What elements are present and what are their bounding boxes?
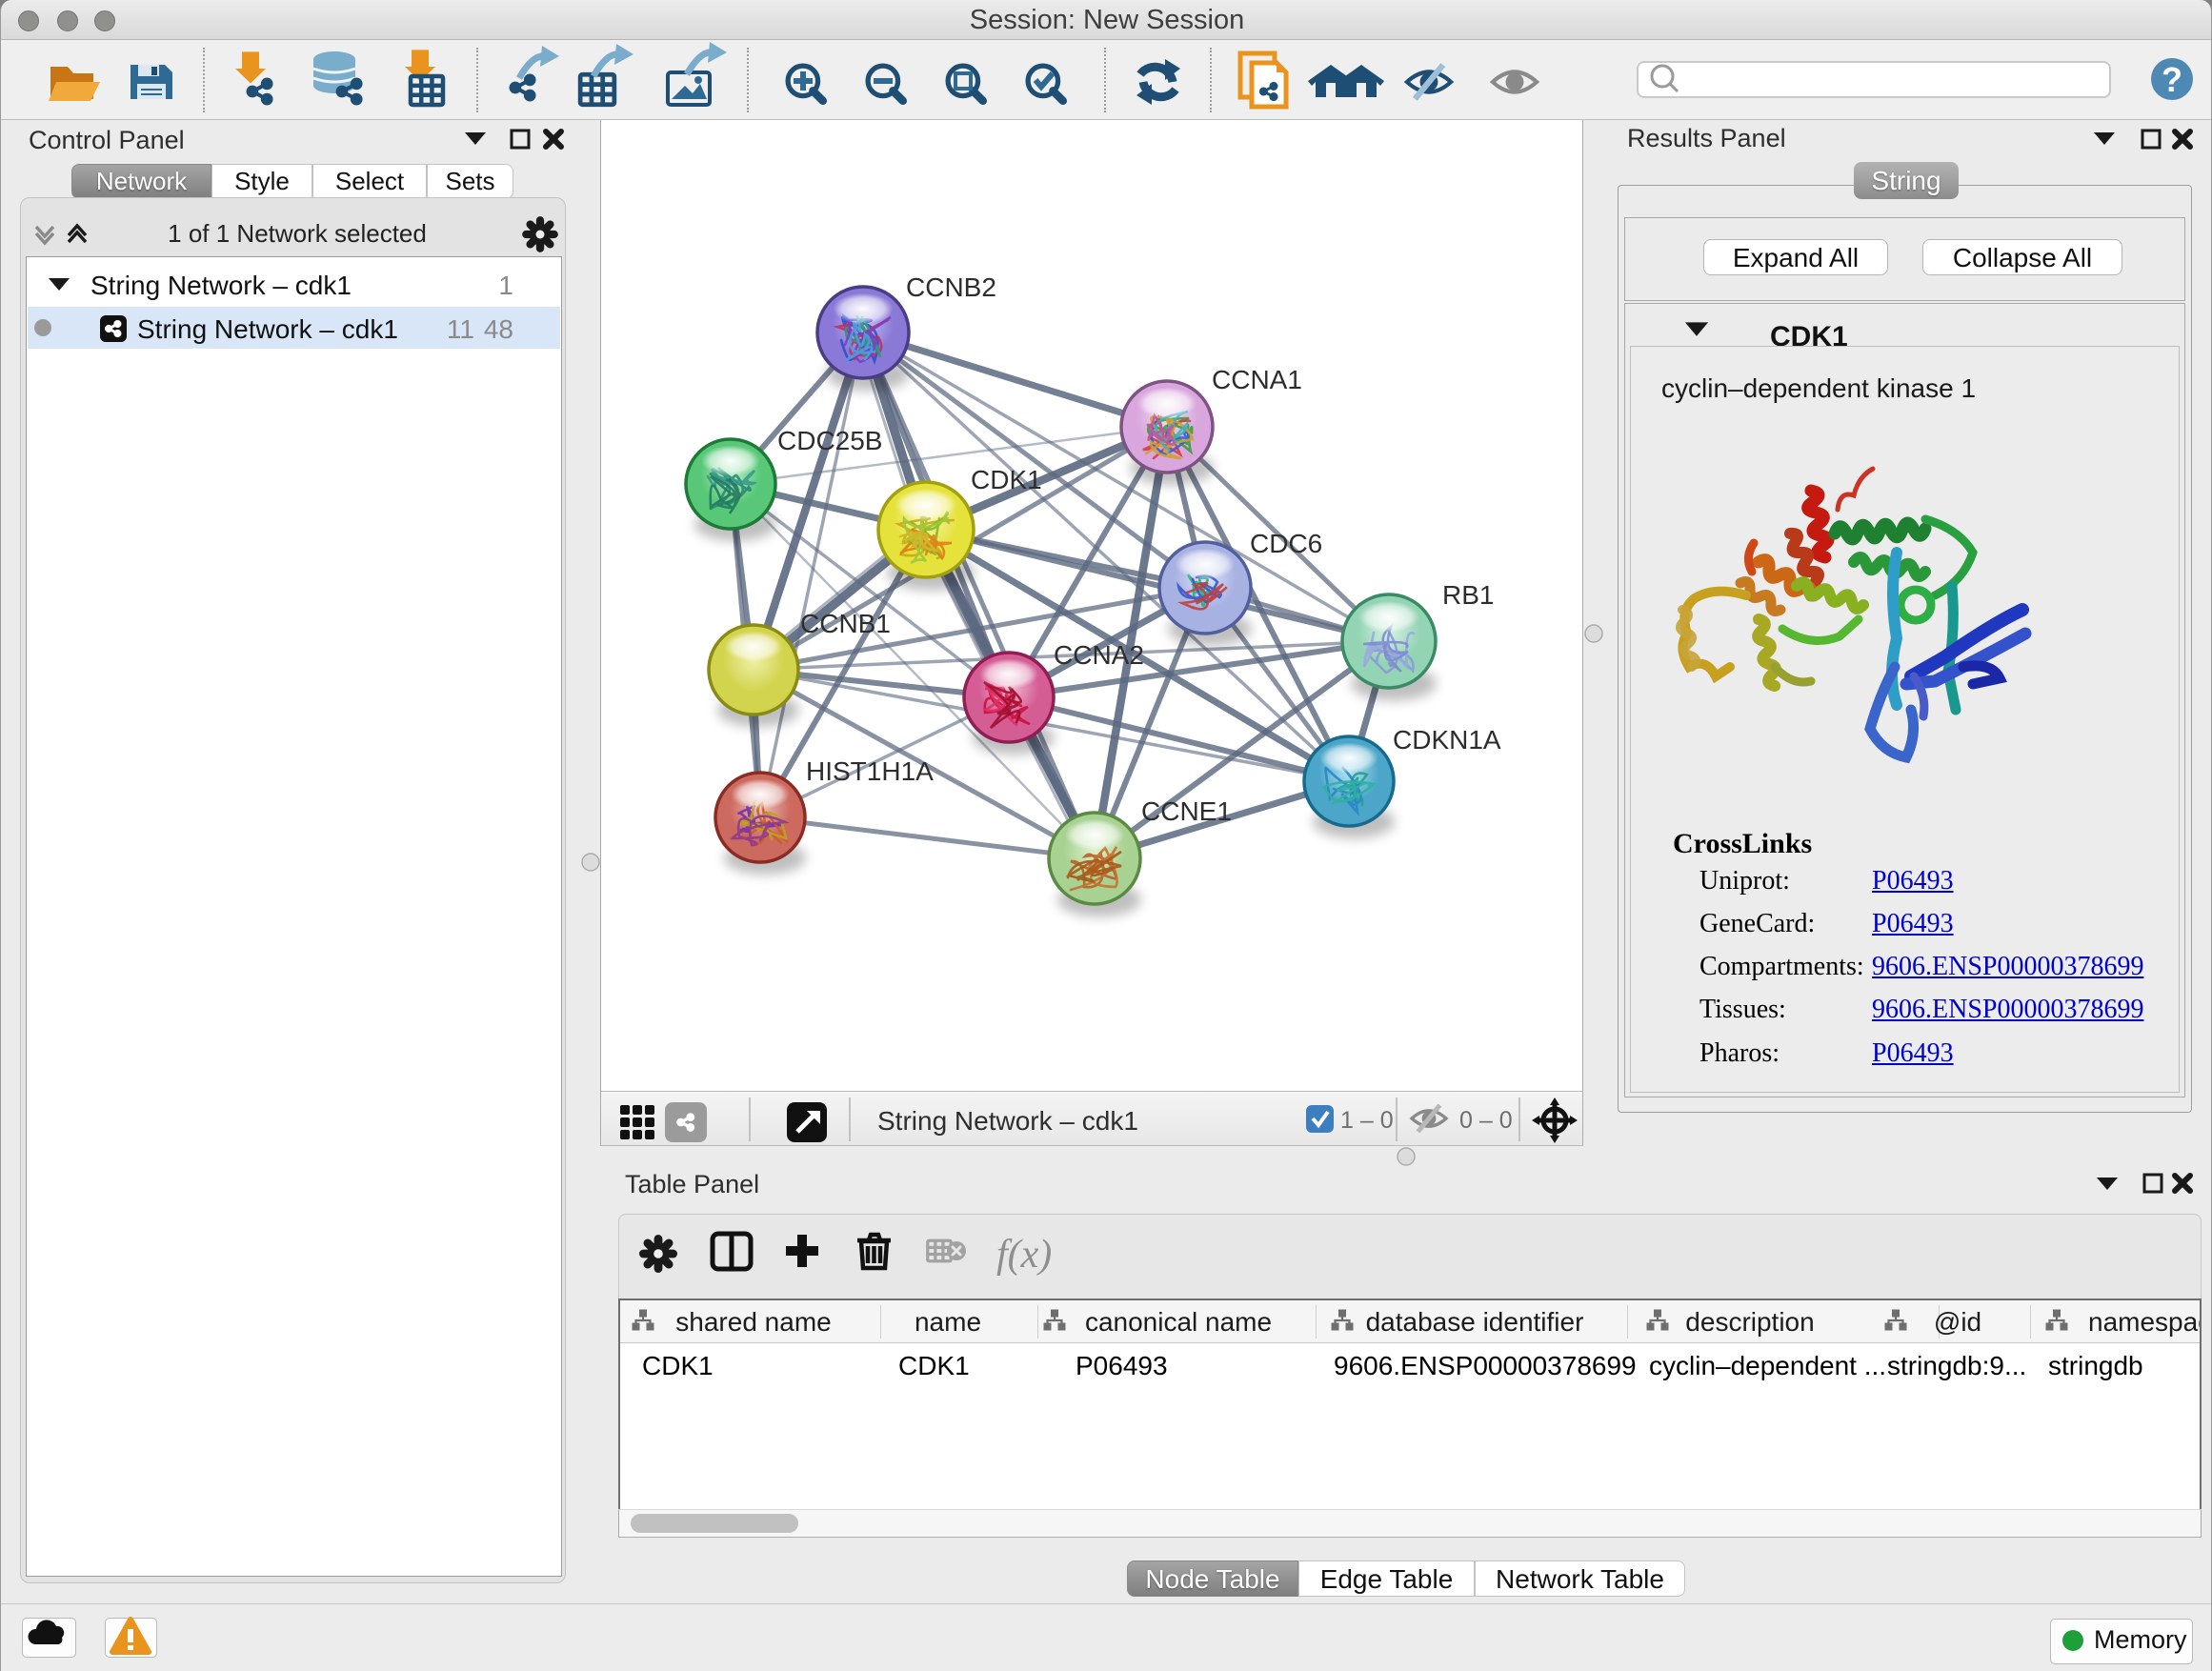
svg-text:CDKN1A: CDKN1A (1393, 725, 1501, 755)
svg-text:CCNA1: CCNA1 (1212, 365, 1302, 394)
svg-text:HIST1H1A: HIST1H1A (806, 756, 934, 786)
svg-text:CCNE1: CCNE1 (1141, 796, 1232, 826)
svg-text:CDC25B: CDC25B (777, 426, 882, 455)
svg-text:CCNA2: CCNA2 (1054, 640, 1144, 670)
svg-text:CCNB1: CCNB1 (800, 609, 891, 638)
svg-text:RB1: RB1 (1442, 580, 1494, 610)
svg-text:CDC6: CDC6 (1250, 529, 1322, 558)
svg-text:CCNB2: CCNB2 (906, 272, 996, 302)
svg-text:CDK1: CDK1 (971, 465, 1042, 494)
